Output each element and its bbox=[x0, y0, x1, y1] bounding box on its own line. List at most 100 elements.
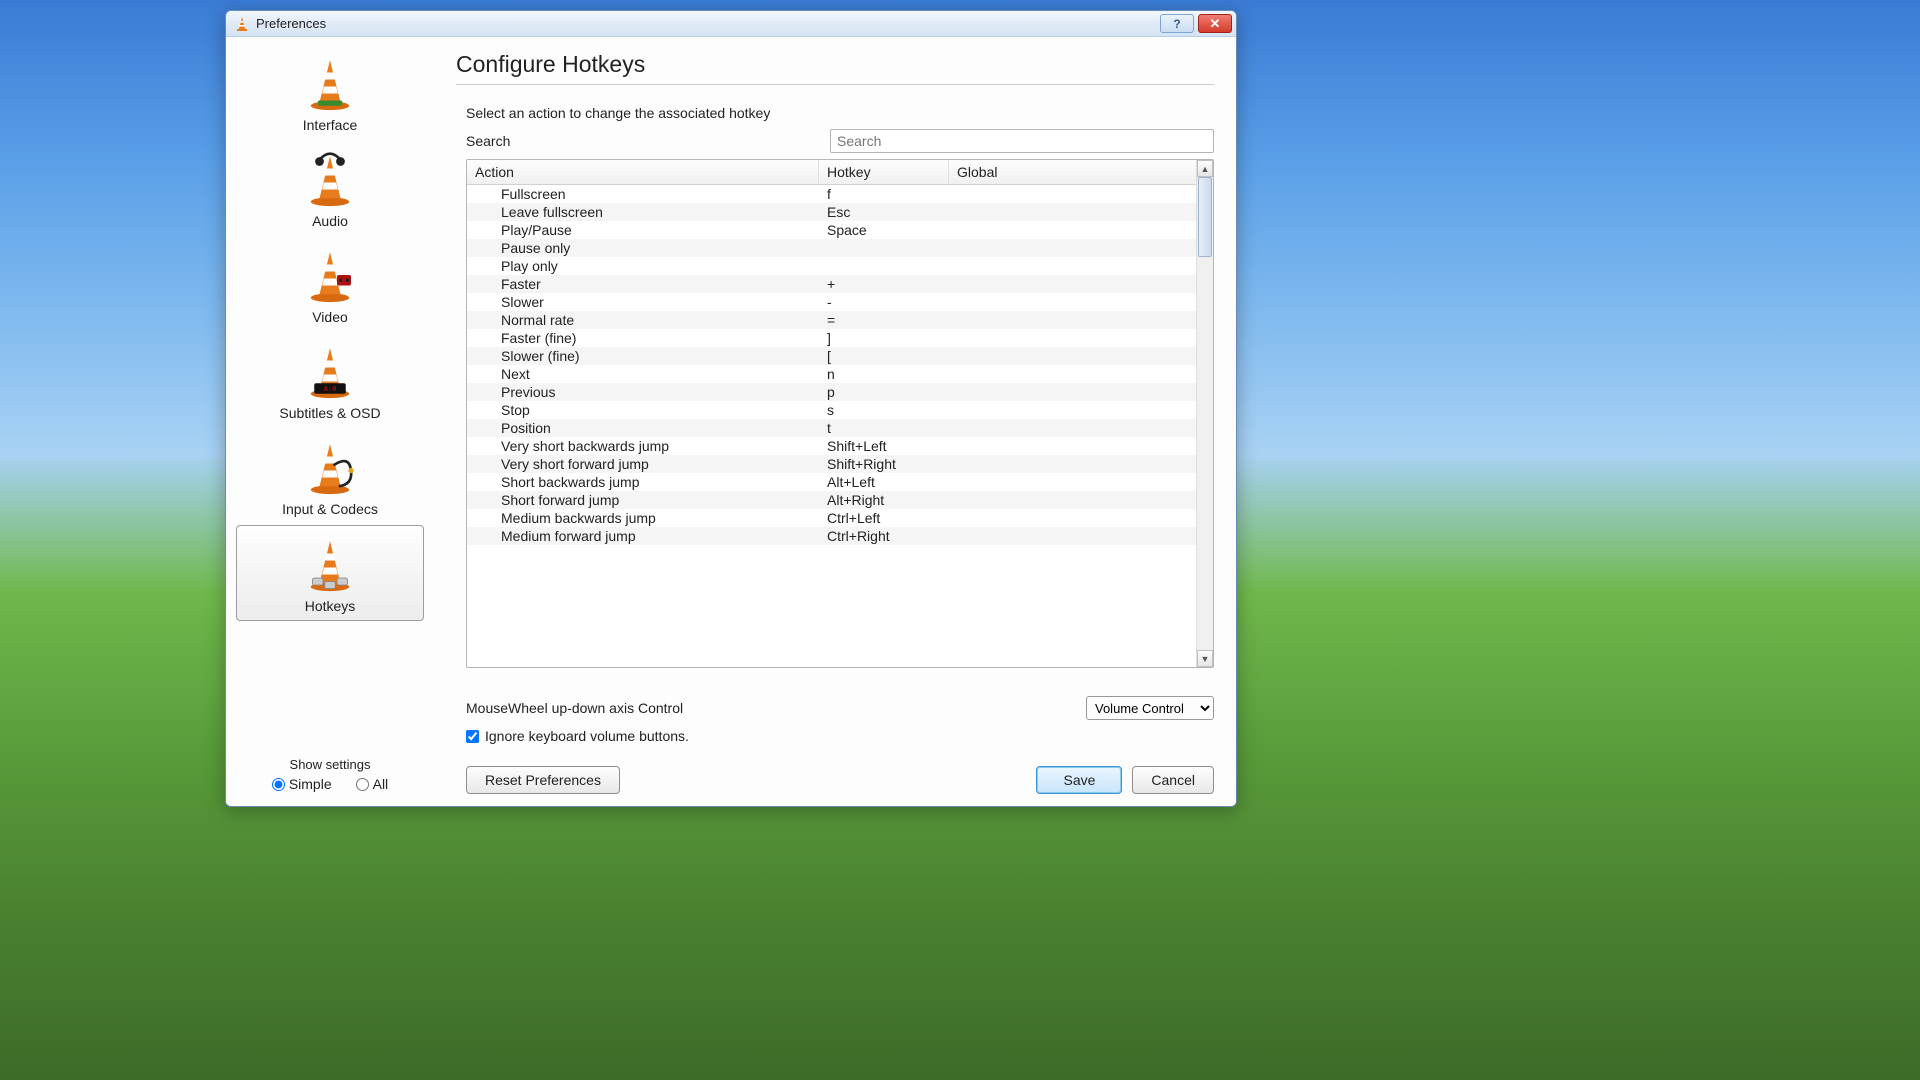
cell-hotkey: Ctrl+Left bbox=[819, 509, 949, 527]
cell-action: Faster bbox=[467, 275, 819, 293]
cell-action: Pause only bbox=[467, 239, 819, 257]
scroll-thumb[interactable] bbox=[1198, 177, 1212, 257]
cone-icon bbox=[298, 243, 362, 307]
sidebar-item-label: Interface bbox=[303, 117, 357, 133]
table-row[interactable]: Play only bbox=[467, 257, 1196, 275]
show-settings: Show settings Simple All bbox=[226, 753, 434, 800]
cell-hotkey: Space bbox=[819, 221, 949, 239]
cell-action: Leave fullscreen bbox=[467, 203, 819, 221]
cell-hotkey bbox=[819, 239, 949, 257]
cell-global bbox=[949, 293, 1196, 311]
table-row[interactable]: Medium forward jump Ctrl+Right bbox=[467, 527, 1196, 545]
ignore-volume-checkbox[interactable] bbox=[466, 730, 479, 743]
column-hotkey[interactable]: Hotkey bbox=[819, 160, 949, 184]
table-row[interactable]: Short backwards jump Alt+Left bbox=[467, 473, 1196, 491]
cell-hotkey: Shift+Left bbox=[819, 437, 949, 455]
help-button[interactable]: ? bbox=[1160, 14, 1194, 33]
cell-action: Very short forward jump bbox=[467, 455, 819, 473]
table-row[interactable]: Play/Pause Space bbox=[467, 221, 1196, 239]
table-row[interactable]: Slower (fine) [ bbox=[467, 347, 1196, 365]
radio-simple[interactable]: Simple bbox=[272, 776, 332, 792]
reset-button[interactable]: Reset Preferences bbox=[466, 766, 620, 794]
scrollbar[interactable]: ▲ ▼ bbox=[1196, 160, 1213, 667]
cell-global bbox=[949, 311, 1196, 329]
sidebar-item-video[interactable]: Video bbox=[236, 237, 424, 331]
cell-action: Position bbox=[467, 419, 819, 437]
cell-action: Medium backwards jump bbox=[467, 509, 819, 527]
table-row[interactable]: Faster (fine) ] bbox=[467, 329, 1196, 347]
column-global[interactable]: Global bbox=[949, 160, 1196, 184]
cell-hotkey: - bbox=[819, 293, 949, 311]
sidebar-item-label: Input & Codecs bbox=[282, 501, 378, 517]
cell-action: Play only bbox=[467, 257, 819, 275]
cell-global bbox=[949, 509, 1196, 527]
cell-global bbox=[949, 275, 1196, 293]
table-row[interactable]: Fullscreen f bbox=[467, 185, 1196, 203]
cell-hotkey: + bbox=[819, 275, 949, 293]
main-panel: Configure Hotkeys Select an action to ch… bbox=[434, 37, 1236, 806]
sidebar-item-hotkeys[interactable]: Hotkeys bbox=[236, 525, 424, 621]
close-button[interactable]: ✕ bbox=[1198, 14, 1232, 33]
column-action[interactable]: Action bbox=[467, 160, 819, 184]
cell-hotkey: = bbox=[819, 311, 949, 329]
mousewheel-label: MouseWheel up-down axis Control bbox=[466, 700, 1086, 716]
table-row[interactable]: Slower - bbox=[467, 293, 1196, 311]
sidebar-item-audio[interactable]: Audio bbox=[236, 141, 424, 235]
ignore-volume-label: Ignore keyboard volume buttons. bbox=[485, 728, 689, 744]
cell-hotkey: Ctrl+Right bbox=[819, 527, 949, 545]
cell-action: Short forward jump bbox=[467, 491, 819, 509]
mousewheel-select[interactable]: Volume Control bbox=[1086, 696, 1214, 720]
preferences-window: Preferences ? ✕ Interface Audio Video A bbox=[225, 10, 1237, 807]
table-row[interactable]: Previous p bbox=[467, 383, 1196, 401]
table-row[interactable]: Next n bbox=[467, 365, 1196, 383]
cone-icon bbox=[298, 435, 362, 499]
sidebar-item-subtitles[interactable]: A:0 Subtitles & OSD bbox=[236, 333, 424, 427]
cell-hotkey: Alt+Right bbox=[819, 491, 949, 509]
cell-global bbox=[949, 221, 1196, 239]
cone-icon bbox=[298, 147, 362, 211]
cone-icon bbox=[298, 51, 362, 115]
search-label: Search bbox=[466, 133, 830, 149]
table-row[interactable]: Faster + bbox=[467, 275, 1196, 293]
cell-action: Fullscreen bbox=[467, 185, 819, 203]
table-row[interactable]: Medium backwards jump Ctrl+Left bbox=[467, 509, 1196, 527]
table-row[interactable]: Short forward jump Alt+Right bbox=[467, 491, 1196, 509]
cell-global bbox=[949, 527, 1196, 545]
cell-hotkey: [ bbox=[819, 347, 949, 365]
cell-hotkey: Esc bbox=[819, 203, 949, 221]
vlc-cone-icon bbox=[234, 16, 250, 32]
cell-global bbox=[949, 491, 1196, 509]
cell-action: Slower (fine) bbox=[467, 347, 819, 365]
cell-global bbox=[949, 419, 1196, 437]
table-row[interactable]: Stop s bbox=[467, 401, 1196, 419]
cell-hotkey: p bbox=[819, 383, 949, 401]
scroll-down-button[interactable]: ▼ bbox=[1197, 650, 1213, 667]
cancel-button[interactable]: Cancel bbox=[1132, 766, 1214, 794]
radio-all[interactable]: All bbox=[356, 776, 389, 792]
table-row[interactable]: Very short forward jump Shift+Right bbox=[467, 455, 1196, 473]
table-row[interactable]: Very short backwards jump Shift+Left bbox=[467, 437, 1196, 455]
sidebar-item-codecs[interactable]: Input & Codecs bbox=[236, 429, 424, 523]
cell-global bbox=[949, 365, 1196, 383]
scroll-up-button[interactable]: ▲ bbox=[1197, 160, 1213, 177]
svg-text:A:0: A:0 bbox=[324, 385, 337, 393]
cell-hotkey: s bbox=[819, 401, 949, 419]
table-row[interactable]: Position t bbox=[467, 419, 1196, 437]
cell-global bbox=[949, 329, 1196, 347]
table-row[interactable]: Normal rate = bbox=[467, 311, 1196, 329]
cell-action: Next bbox=[467, 365, 819, 383]
cell-hotkey: f bbox=[819, 185, 949, 203]
table-row[interactable]: Pause only bbox=[467, 239, 1196, 257]
cell-action: Faster (fine) bbox=[467, 329, 819, 347]
save-button[interactable]: Save bbox=[1036, 766, 1122, 794]
sidebar-item-interface[interactable]: Interface bbox=[236, 45, 424, 139]
window-title: Preferences bbox=[256, 16, 1160, 31]
cell-hotkey: Shift+Right bbox=[819, 455, 949, 473]
cell-global bbox=[949, 473, 1196, 491]
sidebar: Interface Audio Video A:0 Subtitles & OS… bbox=[226, 37, 434, 806]
cell-global bbox=[949, 401, 1196, 419]
cell-action: Stop bbox=[467, 401, 819, 419]
table-row[interactable]: Leave fullscreen Esc bbox=[467, 203, 1196, 221]
search-input[interactable] bbox=[830, 129, 1214, 153]
table-header: Action Hotkey Global bbox=[467, 160, 1196, 185]
